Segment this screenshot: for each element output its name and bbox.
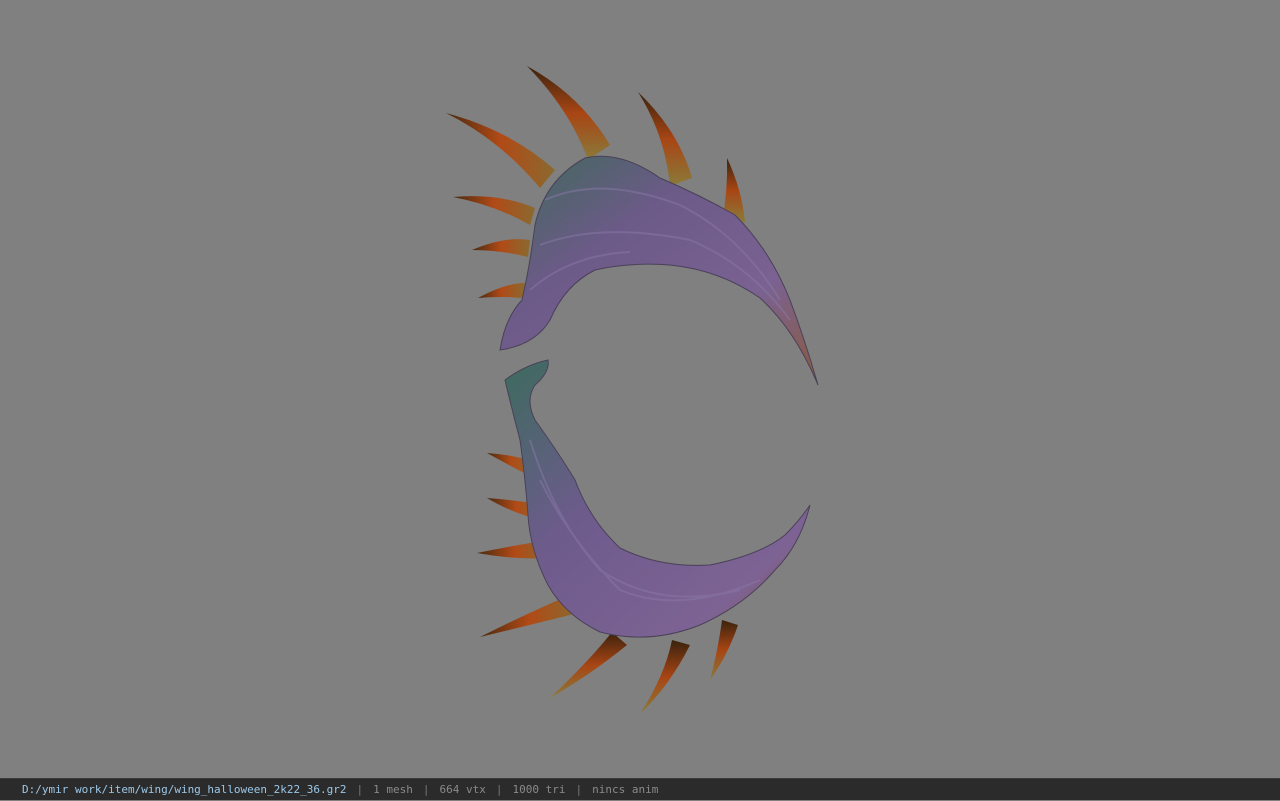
separator: | [422,783,430,796]
lower-spike-5 [550,632,627,698]
separator: | [356,783,364,796]
separator: | [495,783,503,796]
3d-viewport[interactable] [0,0,1280,778]
lower-spike-6 [640,640,690,714]
model-path: D:/ymir work/item/wing/wing_halloween_2k… [22,783,347,796]
animation-status: nincs anim [592,783,659,796]
status-bar: D:/ymir work/item/wing/wing_halloween_2k… [0,778,1280,800]
wing-model-render[interactable] [0,0,1280,778]
upper-spike-5 [453,196,535,225]
upper-wing [446,66,819,386]
lower-wing [477,359,811,714]
lower-spike-7 [710,620,738,680]
upper-spike-2 [527,66,610,160]
triangle-count: 1000 tri [512,783,566,796]
upper-spike-1 [446,113,555,188]
mesh-count: 1 mesh [373,783,413,796]
upper-wing-body [499,155,819,386]
upper-spike-6 [472,239,530,257]
upper-spike-7 [478,283,525,298]
separator: | [575,783,583,796]
vertex-count: 664 vtx [439,783,486,796]
